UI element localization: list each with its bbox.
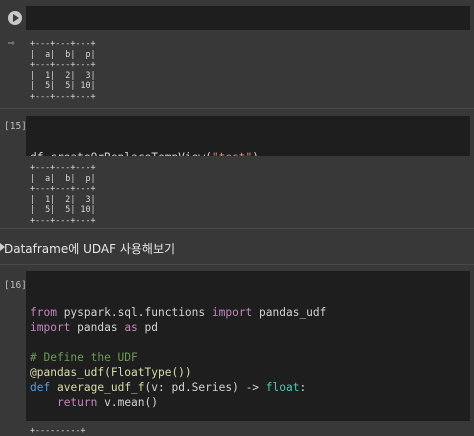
execution-count: [15] bbox=[4, 121, 27, 132]
code-token: v.mean() bbox=[97, 396, 158, 409]
cell-divider bbox=[0, 264, 474, 265]
code-editor-3[interactable]: from pyspark.sql.functions import pandas… bbox=[26, 271, 470, 421]
execution-count: [16] bbox=[4, 280, 27, 291]
code-token: float bbox=[265, 381, 300, 394]
code-line: from pyspark.sql.functions import pandas… bbox=[30, 305, 466, 320]
code-token: (v: pd.Series) -> bbox=[144, 381, 266, 394]
code-token: def bbox=[30, 381, 51, 394]
code-token: pd bbox=[137, 321, 159, 334]
code-token: import bbox=[211, 306, 253, 319]
markdown-heading: Dataframe에 UDAF 사용해보기 bbox=[4, 242, 176, 256]
code-token: return bbox=[56, 396, 98, 409]
cell-output-3: +---------+ bbox=[30, 425, 86, 435]
play-icon[interactable] bbox=[8, 11, 22, 25]
code-token: ) bbox=[252, 151, 259, 156]
code-token: @pandas_udf(FloatType()) bbox=[30, 366, 192, 379]
code-token: import bbox=[30, 321, 71, 334]
code-token: from bbox=[30, 306, 57, 319]
cell-output-1: +---+---+---+ | a| b| p| +---+---+---+ |… bbox=[30, 38, 96, 101]
code-lines: from pyspark.sql.functions import pandas… bbox=[30, 305, 466, 421]
code-token: average_udf_f bbox=[56, 381, 145, 394]
code-token: as bbox=[124, 321, 138, 334]
code-token: pandas_udf bbox=[252, 306, 327, 319]
code-token: "test" bbox=[212, 151, 252, 156]
code-line: def average_udf_f(v: pd.Series) -> float… bbox=[30, 380, 466, 395]
code-token: : bbox=[299, 381, 307, 394]
code-token: df.createOrReplaceTempView( bbox=[30, 151, 212, 156]
code-token: pyspark.sql.functions bbox=[56, 306, 212, 319]
code-lines: df.createOrReplaceTempView("test")spark.… bbox=[30, 150, 466, 156]
code-line: return v.mean() bbox=[30, 395, 466, 410]
cell-divider bbox=[0, 228, 474, 229]
code-editor-2[interactable]: df.createOrReplaceTempView("test")spark.… bbox=[26, 116, 470, 156]
code-token: # Define the UDF bbox=[30, 351, 138, 364]
output-icon[interactable]: ⇨ bbox=[8, 36, 15, 49]
cell-output-2: +---+---+---+ | a| b| p| +---+---+---+ |… bbox=[30, 162, 96, 225]
code-line: # Define the UDF bbox=[30, 350, 466, 365]
cell-divider bbox=[0, 108, 474, 109]
code-editor-1[interactable]: df.withColumn("p", plusUDF("a", "b")).sh… bbox=[26, 6, 470, 30]
code-line: @pandas_udf(FloatType()) bbox=[30, 365, 466, 380]
code-line: df.createOrReplaceTempView("test") bbox=[30, 150, 466, 156]
code-token: pandas bbox=[70, 321, 125, 334]
code-line: import pandas as pd bbox=[30, 320, 466, 335]
